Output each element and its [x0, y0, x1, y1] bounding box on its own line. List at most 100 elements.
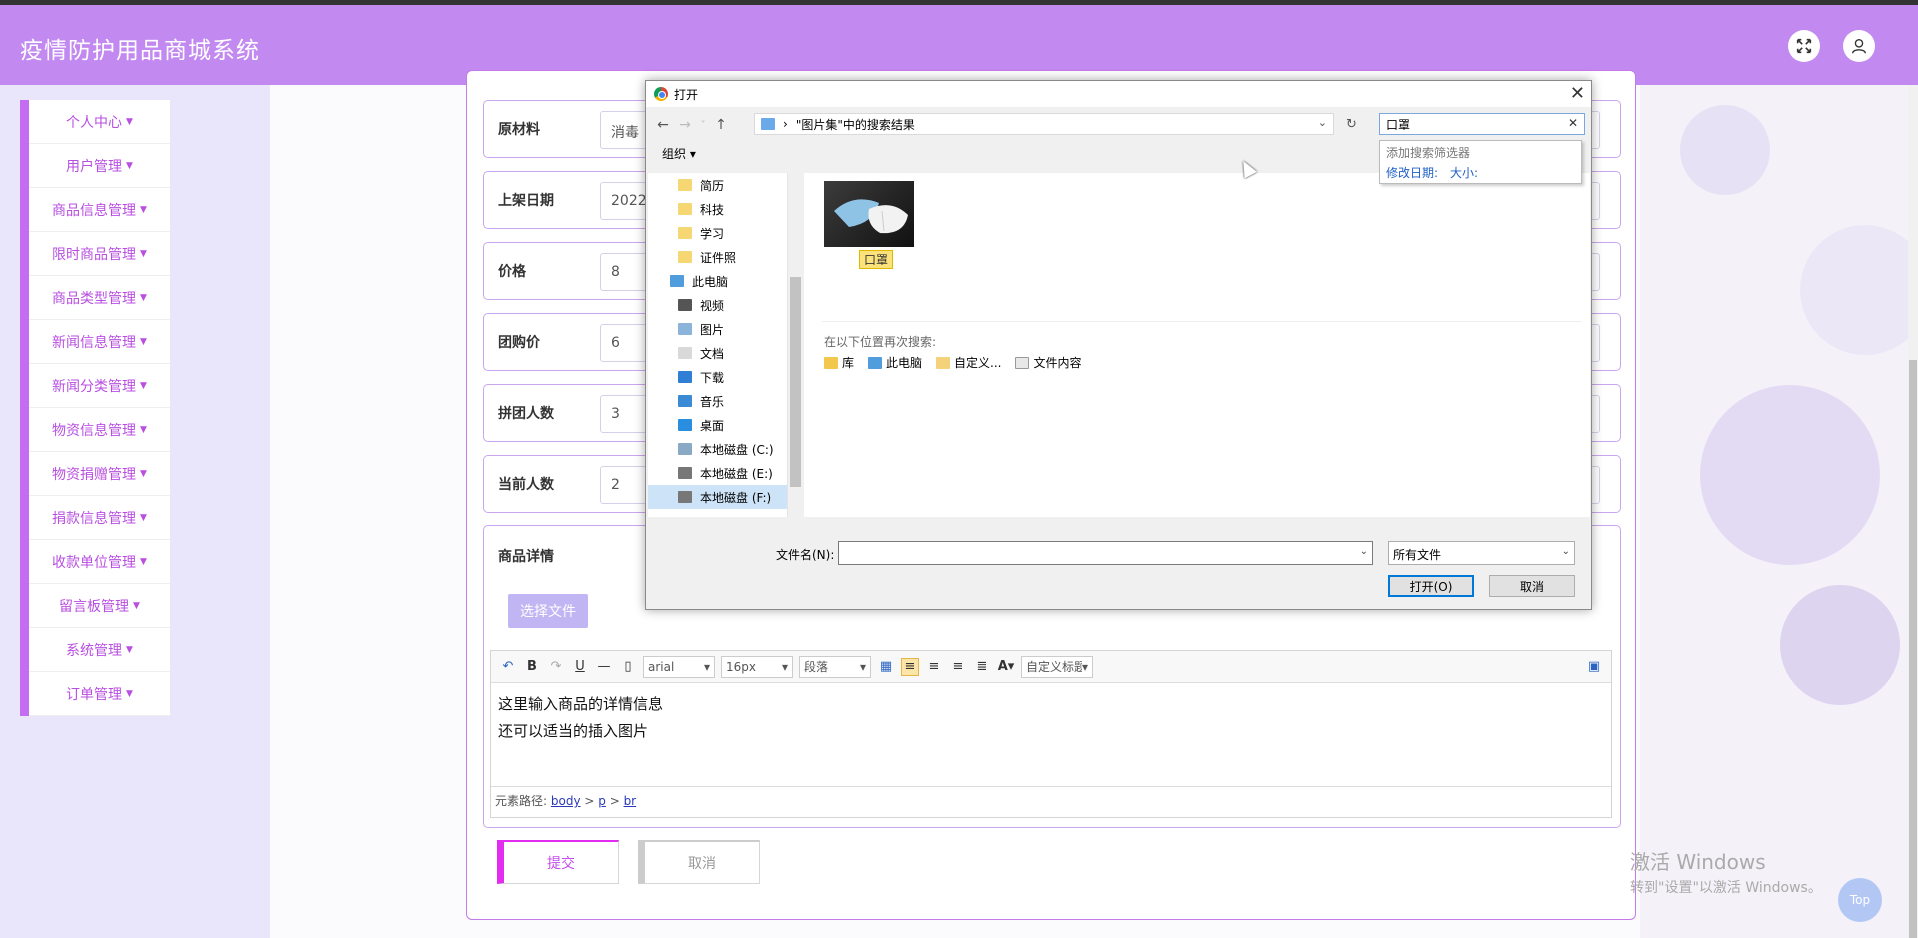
nav-item-music[interactable]: 音乐 — [648, 389, 802, 413]
paragraph-select[interactable]: 段落 ▾ — [799, 655, 871, 678]
cancel-button[interactable]: 取消 — [638, 840, 760, 884]
caret-down-icon: ▼ — [140, 248, 147, 259]
close-icon[interactable]: ✕ — [1570, 83, 1585, 104]
sidebar-item-donations[interactable]: 物资捐赠管理 ▼ — [29, 452, 170, 496]
chevron-down-icon: ▾ — [703, 659, 710, 674]
address-bar[interactable]: › "图片集"中的搜索结果 ⌄ — [754, 113, 1334, 135]
dialog-cancel-button[interactable]: 取消 — [1489, 575, 1575, 597]
nav-item-desktop[interactable]: 桌面 — [648, 413, 802, 437]
filter-size[interactable]: 大小: — [1450, 166, 1478, 180]
sidebar-item-product-types[interactable]: 商品类型管理 ▼ — [29, 276, 170, 320]
document-icon — [678, 347, 692, 359]
nav-item-drive-c[interactable]: 本地磁盘 (C:) — [648, 437, 802, 461]
search-this-pc-link[interactable]: 此电脑 — [868, 354, 922, 371]
back-arrow-icon[interactable]: ← — [652, 117, 674, 133]
redo-icon[interactable]: ↷ — [547, 658, 565, 676]
folder-icon — [678, 179, 692, 191]
element-path: 元素路径: body > p > br — [491, 786, 1611, 812]
horizontal-rule-icon[interactable]: — — [595, 658, 613, 676]
recent-dropdown-icon[interactable]: ˅ — [696, 120, 710, 131]
nav-item-folder[interactable]: 简历 — [648, 173, 802, 197]
font-color-icon[interactable]: A ▾ — [997, 658, 1015, 676]
sidebar-item-news[interactable]: 新闻信息管理 ▼ — [29, 320, 170, 364]
path-br-link[interactable]: br — [624, 794, 637, 808]
sidebar-item-system[interactable]: 系统管理 ▼ — [29, 628, 170, 672]
fullscreen-editor-icon[interactable]: ▣ — [1585, 658, 1603, 676]
filter-date-modified[interactable]: 修改日期: — [1386, 166, 1438, 180]
sidebar-item-users[interactable]: 用户管理 ▼ — [29, 144, 170, 188]
nav-item-videos[interactable]: 视频 — [648, 293, 802, 317]
align-justify-icon[interactable]: ≣ — [973, 658, 991, 676]
table-icon[interactable]: ▦ — [877, 658, 895, 676]
sidebar-item-supplies[interactable]: 物资信息管理 ▼ — [29, 408, 170, 452]
chevron-down-icon[interactable]: ⌄ — [1360, 546, 1368, 557]
open-button[interactable]: 打开(O) — [1388, 575, 1474, 597]
page-scrollbar-thumb[interactable] — [1909, 360, 1917, 938]
custom-title-select[interactable]: 自定义标题 ▾ — [1021, 655, 1093, 678]
forward-arrow-icon[interactable]: → — [674, 117, 696, 133]
chevron-down-icon[interactable]: ⌄ — [1318, 116, 1327, 129]
computer-icon — [868, 356, 883, 369]
folder-icon — [936, 356, 951, 369]
file-caption[interactable]: 口罩 — [859, 250, 894, 269]
font-family-select[interactable]: arial ▾ — [643, 655, 715, 678]
sidebar-item-news-categories[interactable]: 新闻分类管理 ▼ — [29, 364, 170, 408]
fullscreen-button[interactable] — [1788, 30, 1820, 62]
nav-item-this-pc[interactable]: 此电脑 — [648, 269, 802, 293]
nav-item-drive-e[interactable]: 本地磁盘 (E:) — [648, 461, 802, 485]
align-left-icon[interactable]: ≡ — [901, 657, 919, 676]
path-body-link[interactable]: body — [551, 794, 581, 808]
align-center-icon[interactable]: ≡ — [949, 658, 967, 676]
sidebar-item-orders[interactable]: 订单管理 ▼ — [29, 672, 170, 716]
search-input[interactable]: 口罩 ✕ — [1379, 113, 1585, 135]
underline-icon[interactable]: U — [571, 658, 589, 676]
breadcrumb-separator-icon: › — [783, 117, 788, 131]
filename-input[interactable]: ⌄ — [838, 541, 1373, 565]
organize-menu[interactable]: 组织 ▾ — [662, 145, 696, 162]
caret-down-icon: ▼ — [140, 468, 147, 479]
sidebar-item-flash-products[interactable]: 限时商品管理 ▼ — [29, 232, 170, 276]
field-label: 上架日期 — [498, 193, 554, 209]
search-file-contents-link[interactable]: 文件内容 — [1015, 354, 1082, 371]
align-right-icon[interactable]: ≡ — [925, 658, 943, 676]
nav-item-drive-f[interactable]: 本地磁盘 (F:) — [648, 485, 802, 509]
file-type-select[interactable]: 所有文件 ⌄ — [1388, 541, 1575, 565]
dialog-titlebar: 打开 ✕ — [646, 81, 1591, 107]
library-icon — [824, 356, 838, 369]
user-button[interactable] — [1843, 30, 1875, 62]
sidebar-item-profile[interactable]: 个人中心 ▼ — [29, 100, 170, 144]
nav-item-folder[interactable]: 科技 — [648, 197, 802, 221]
nav-pane-scrollbar[interactable] — [787, 173, 802, 517]
font-size-select[interactable]: 16px ▾ — [721, 655, 793, 678]
bold-icon[interactable]: B — [523, 658, 541, 676]
nav-item-folder[interactable]: 学习 — [648, 221, 802, 245]
refresh-icon[interactable]: ↻ — [1346, 117, 1357, 132]
submit-button[interactable]: 提交 — [497, 840, 619, 884]
back-to-top-button[interactable]: Top — [1838, 878, 1882, 922]
field-label: 拼团人数 — [498, 406, 554, 422]
sidebar-item-funds[interactable]: 捐款信息管理 ▼ — [29, 496, 170, 540]
sidebar-item-payees[interactable]: 收款单位管理 ▼ — [29, 540, 170, 584]
search-custom-link[interactable]: 自定义... — [936, 354, 1001, 371]
up-arrow-icon[interactable]: ↑ — [710, 117, 732, 133]
mask-image-thumbnail[interactable] — [824, 181, 914, 247]
search-again-label: 在以下位置再次搜索: — [824, 335, 937, 349]
chevron-down-icon: ▾ — [1081, 659, 1088, 674]
sidebar-item-products[interactable]: 商品信息管理 ▼ — [29, 188, 170, 232]
drive-icon — [678, 467, 692, 479]
nav-item-downloads[interactable]: 下载 — [648, 365, 802, 389]
nav-scrollbar-thumb[interactable] — [790, 277, 801, 487]
search-library-link[interactable]: 库 — [824, 354, 854, 371]
document-icon[interactable]: ▯ — [619, 658, 637, 676]
undo-icon[interactable]: ↶ — [499, 658, 517, 676]
nav-item-folder[interactable]: 证件照 — [648, 245, 802, 269]
editor-content[interactable]: 这里输入商品的详情信息 还可以适当的插入图片 — [491, 683, 1611, 786]
sidebar-item-messages[interactable]: 留言板管理 ▼ — [29, 584, 170, 628]
path-p-link[interactable]: p — [598, 794, 606, 808]
choose-file-button[interactable]: 选择文件 — [508, 594, 588, 628]
nav-item-documents[interactable]: 文档 — [648, 341, 802, 365]
caret-down-icon: ▼ — [140, 424, 147, 435]
library-icon — [761, 118, 775, 130]
clear-search-icon[interactable]: ✕ — [1568, 116, 1578, 130]
nav-item-pictures[interactable]: 图片 — [648, 317, 802, 341]
